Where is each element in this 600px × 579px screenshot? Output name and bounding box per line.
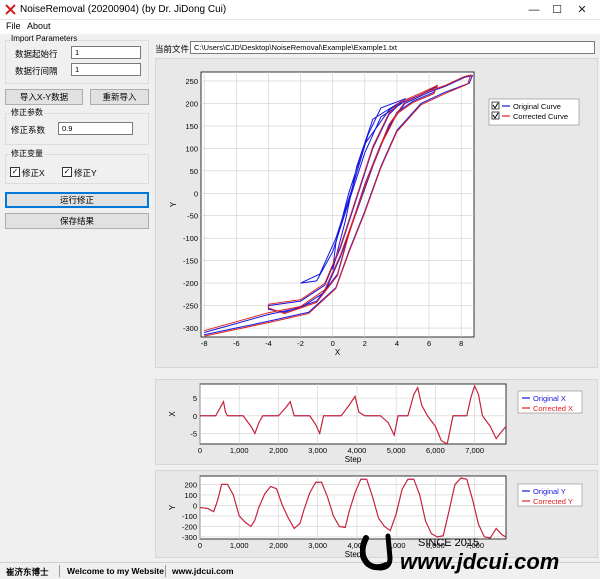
x-tick-label: 4,000	[348, 541, 367, 550]
y-tick-label: -300	[182, 533, 197, 542]
start-row-label: 数据起始行	[15, 49, 58, 59]
correction-params-legend: 修正参数	[10, 107, 44, 118]
legend-entry: Original Curve	[513, 102, 561, 111]
x-step-chart: 0 1,000 2,000 3,000 4,000 5,000 6,000 7,00050-5…	[168, 383, 583, 464]
x-step-plot-panel: 0 1,000 2,000 3,000 4,000 5,000 6,000 7,000 5 0 -5…	[155, 379, 598, 465]
x-tick-label: 1,000	[230, 541, 249, 550]
coef-input[interactable]: 0.9	[58, 122, 133, 135]
app-icon	[5, 4, 16, 15]
y-tick-label: -250	[183, 302, 198, 311]
menu-bar: File About	[0, 20, 600, 34]
legend-entry: Original Y	[533, 487, 566, 496]
x-tick-label: 8	[459, 339, 463, 348]
y-tick-label: 0	[193, 501, 197, 510]
y-tick-label: 200	[185, 99, 198, 108]
window-title: NoiseRemoval (20200904) (by Dr. JiDong C…	[20, 4, 227, 15]
y-tick-label: -150	[183, 257, 198, 266]
current-file-input[interactable]: C:\Users\CJD\Desktop\NoiseRemoval\Exampl…	[190, 41, 595, 54]
x-axis-label: Step	[345, 455, 362, 464]
x-tick-label: 3,000	[308, 541, 327, 550]
interval-input[interactable]: 1	[71, 63, 141, 76]
legend-entry: Corrected Y	[533, 497, 573, 506]
y-axis-label: Y	[168, 504, 177, 510]
title-bar[interactable]: NoiseRemoval (20200904) (by Dr. JiDong C…	[0, 0, 600, 20]
plot-background	[200, 71, 475, 338]
correct-x-label: 修正X	[22, 168, 45, 178]
y-step-chart: 0 1,000 2,000 3,000 4,000 5,000 6,000 7,000 200 1…	[168, 475, 583, 559]
y-tick-label: 100	[185, 144, 198, 153]
close-button[interactable]: ✕	[560, 0, 600, 20]
x-tick-label: 2,000	[269, 541, 288, 550]
main-xy-plot-panel: -8 -6 -4 -2 0 2 4 6 8 250 200 150 100 50 0 -50 -100 -150 -…	[155, 58, 598, 368]
x-tick-label: 6,000	[426, 446, 445, 455]
x-tick-label: 4	[395, 339, 399, 348]
x-tick-label: -2	[297, 339, 304, 348]
x-tick-label: 0	[198, 446, 202, 455]
y-tick-label: -5	[190, 429, 197, 438]
y-axis-label: X	[168, 411, 177, 417]
x-tick-label: 5,000	[387, 541, 406, 550]
plot-background	[199, 475, 507, 540]
import-xy-button[interactable]: 导入X-Y数据	[5, 89, 83, 105]
reimport-button[interactable]: 重新导入	[90, 89, 149, 105]
x-tick-label: 0	[331, 339, 335, 348]
legend-entry: Original X	[533, 394, 566, 403]
y-tick-label: 100	[184, 491, 197, 500]
import-params-legend: Import Parameters	[10, 34, 79, 43]
y-tick-label: -200	[183, 279, 198, 288]
y-axis-label: Y	[169, 201, 178, 207]
menu-file[interactable]: File	[6, 21, 21, 31]
current-file-label: 当前文件	[155, 44, 190, 54]
y-tick-label: -50	[187, 212, 198, 221]
correction-vars-legend: 修正变量	[10, 148, 44, 159]
correct-y-label: 修正Y	[74, 168, 97, 178]
status-welcome: Welcome to my Website	[67, 566, 164, 576]
x-tick-label: 4,000	[348, 446, 367, 455]
x-tick-label: -6	[233, 339, 240, 348]
y-tick-label: 250	[185, 77, 198, 86]
start-row-input[interactable]: 1	[71, 46, 141, 59]
status-author: 崔济东博士	[6, 567, 49, 577]
x-tick-label: 2	[363, 339, 367, 348]
y-tick-label: -100	[183, 234, 198, 243]
main-xy-chart: -8 -6 -4 -2 0 2 4 6 8 250 200 150 100 50 0 -50 -100 -150 -…	[169, 71, 580, 357]
status-separator	[59, 565, 60, 577]
legend-entry: Corrected Curve	[513, 112, 568, 121]
correct-y-checkbox[interactable]: ✓	[62, 167, 72, 177]
y-tick-label: 0	[193, 412, 197, 421]
x-axis-label: Step	[345, 550, 362, 557]
x-tick-label: 6,000	[426, 541, 445, 550]
y-tick-label: -300	[183, 324, 198, 333]
y-tick-label: 0	[194, 189, 198, 198]
x-axis-label: X	[335, 348, 341, 357]
x-tick-label: 3,000	[308, 446, 327, 455]
x-tick-label: 2,000	[269, 446, 288, 455]
y-tick-label: -200	[182, 522, 197, 531]
y-step-plot-panel: 0 1,000 2,000 3,000 4,000 5,000 6,000 7,000 200 1…	[155, 470, 598, 559]
legend-entry: Corrected X	[533, 404, 573, 413]
y-tick-label: -100	[182, 512, 197, 521]
y-tick-label: 200	[184, 480, 197, 489]
interval-label: 数据行间隔	[15, 66, 58, 76]
save-results-button[interactable]: 保存结果	[5, 213, 149, 229]
x-tick-label: 0	[198, 541, 202, 550]
x-tick-label: 7,000	[465, 541, 484, 550]
x-tick-label: 7,000	[465, 446, 484, 455]
y-tick-label: 5	[193, 394, 197, 403]
x-tick-label: 5,000	[387, 446, 406, 455]
status-website-link[interactable]: www.jdcui.com	[172, 566, 234, 576]
x-tick-label: 1,000	[230, 446, 249, 455]
run-correction-button[interactable]: 运行修正	[5, 192, 149, 208]
status-bar: 崔济东博士 Welcome to my Website www.jdcui.co…	[0, 562, 600, 579]
x-tick-label: -4	[265, 339, 272, 348]
menu-about[interactable]: About	[27, 21, 51, 31]
y-tick-label: 50	[190, 167, 198, 176]
status-separator	[165, 565, 166, 577]
correct-x-checkbox[interactable]: ✓	[10, 167, 20, 177]
x-tick-label: 6	[427, 339, 431, 348]
x-tick-label: -8	[201, 339, 208, 348]
plot-background	[199, 383, 507, 445]
y-tick-label: 150	[185, 122, 198, 131]
coef-label: 修正系数	[11, 125, 46, 135]
